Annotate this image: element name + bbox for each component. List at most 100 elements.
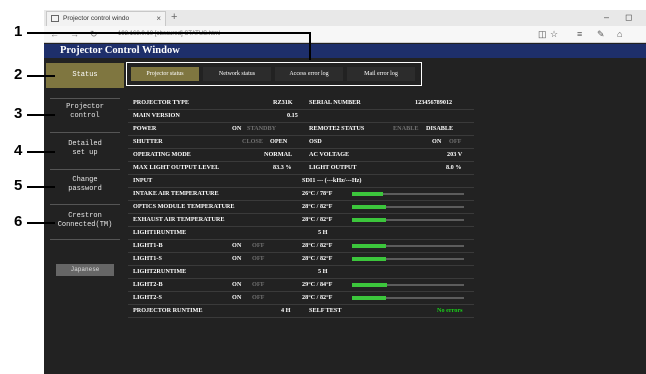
gauge-fill bbox=[352, 192, 384, 196]
intake-air-temperature-label: INTAKE AIR TEMPERATURE bbox=[133, 190, 219, 197]
main-version-value: 0.15 bbox=[287, 112, 298, 119]
sidebar-item-projector-control[interactable]: Projector control bbox=[46, 99, 124, 125]
callout-number: 4 bbox=[14, 142, 23, 159]
status-row: MAX LIGHT OUTPUT LEVEL 83.3 % LIGHT OUTP… bbox=[128, 162, 474, 175]
projector-type-label: PROJECTOR TYPE bbox=[133, 99, 189, 106]
note-icon[interactable]: ✎ bbox=[597, 27, 605, 41]
status-subtabs: Projector status Network status Access e… bbox=[126, 62, 422, 86]
projector-control-window: Projector control windo × + – ◻ ← → ↻ 19… bbox=[44, 10, 646, 374]
sidebar-item-change-password[interactable]: Change password bbox=[46, 172, 124, 198]
status-row: OPERATING MODE NORMAL AC VOLTAGE 203 V bbox=[128, 149, 474, 162]
browser-tab[interactable]: Projector control windo × bbox=[46, 11, 166, 26]
main-version-label: MAIN VERSION bbox=[133, 112, 180, 119]
minimize-icon[interactable]: – bbox=[604, 10, 609, 25]
status-row: PROJECTOR RUNTIME 4 H SELF TEST No error… bbox=[128, 305, 474, 318]
light1-runtime-value: 5 H bbox=[318, 229, 328, 236]
projector-type-value: RZ31K bbox=[273, 99, 293, 106]
sidebar-divider bbox=[50, 204, 120, 205]
remote2-status-label: REMOTE2 STATUS bbox=[309, 125, 365, 132]
input-value: SDI1 --- (---kHz/---Hz) bbox=[302, 177, 362, 184]
callout-leader-line bbox=[27, 151, 55, 153]
light2-b-temperature: 29°C / 84°F bbox=[302, 281, 333, 288]
status-row: POWER ON STANDBY REMOTE2 STATUS ENABLE D… bbox=[128, 123, 474, 136]
forward-button[interactable]: → bbox=[70, 27, 79, 41]
favorite-icon[interactable]: ☆ bbox=[550, 27, 558, 41]
close-tab-icon[interactable]: × bbox=[156, 12, 161, 26]
light1-b-label: LIGHT1-B bbox=[133, 242, 163, 249]
ac-voltage-label: AC VOLTAGE bbox=[309, 151, 350, 158]
projector-status-panel: PROJECTOR TYPE RZ31K SERIAL NUMBER 12345… bbox=[128, 94, 474, 359]
light-output-value: 8.0 % bbox=[446, 164, 462, 171]
input-label: INPUT bbox=[133, 177, 153, 184]
page-title: Projector Control Window bbox=[60, 45, 180, 56]
light2-runtime-label: LIGHT2RUNTIME bbox=[133, 268, 187, 275]
status-row: LIGHT2RUNTIME 5 H bbox=[128, 266, 474, 279]
serial-number-value: 123456789012 bbox=[415, 99, 453, 106]
osd-label: OSD bbox=[309, 138, 322, 145]
light2-b-label: LIGHT2-B bbox=[133, 281, 163, 288]
page-title-bar: Projector Control Window bbox=[44, 44, 646, 58]
callout-leader-line bbox=[27, 32, 310, 34]
light2-s-label: LIGHT2-S bbox=[133, 294, 162, 301]
light2-b-off-state: OFF bbox=[252, 281, 265, 288]
callout-leader-line bbox=[27, 222, 55, 224]
remote2-disable-state: DISABLE bbox=[426, 125, 454, 132]
status-row: MAIN VERSION 0.15 bbox=[128, 110, 474, 123]
optics-module-temperature-label: OPTICS MODULE TEMPERATURE bbox=[133, 203, 235, 210]
sidebar-item-crestron-connected[interactable]: Crestron Connected(TM) bbox=[46, 208, 124, 234]
power-standby-state: STANDBY bbox=[247, 125, 277, 132]
status-row: LIGHT1-S ON OFF 28°C / 82°F bbox=[128, 253, 474, 266]
share-icon[interactable]: ⌂ bbox=[617, 27, 622, 41]
status-row: LIGHT2-B ON OFF 29°C / 84°F bbox=[128, 279, 474, 292]
callout-number: 3 bbox=[14, 105, 23, 122]
status-row: SHUTTER CLOSE OPEN OSD ON OFF bbox=[128, 136, 474, 149]
power-on-state: ON bbox=[232, 125, 242, 132]
max-light-output-label: MAX LIGHT OUTPUT LEVEL bbox=[133, 164, 220, 171]
exhaust-air-temperature-value: 28°C / 82°F bbox=[302, 216, 333, 223]
tab-projector-status[interactable]: Projector status bbox=[131, 67, 199, 81]
status-row: INPUT SDI1 --- (---kHz/---Hz) bbox=[128, 175, 474, 188]
callout-leader-line bbox=[27, 114, 55, 116]
tab-network-status[interactable]: Network status bbox=[203, 67, 271, 81]
address-bar: ← → ↻ 192.168.0.10 [obscured] STATUS.htm… bbox=[44, 26, 646, 43]
refresh-button[interactable]: ↻ bbox=[90, 27, 98, 41]
light2-b-on-state: ON bbox=[232, 281, 242, 288]
self-test-value: No errors bbox=[437, 307, 463, 314]
gauge-fill bbox=[352, 244, 386, 248]
new-tab-button[interactable]: + bbox=[171, 10, 177, 25]
status-row: INTAKE AIR TEMPERATURE 26°C / 78°F bbox=[128, 188, 474, 201]
status-row: LIGHT2-S ON OFF 28°C / 82°F bbox=[128, 292, 474, 305]
gauge-fill bbox=[352, 257, 386, 261]
sidebar-divider bbox=[50, 239, 120, 240]
exhaust-air-temperature-label: EXHAUST AIR TEMPERATURE bbox=[133, 216, 225, 223]
gauge-fill bbox=[352, 296, 386, 300]
page-icon bbox=[51, 15, 59, 22]
sidebar-item-status[interactable]: Status bbox=[46, 63, 124, 88]
callout-number: 2 bbox=[14, 66, 23, 83]
max-light-output-value: 83.3 % bbox=[273, 164, 292, 171]
reading-view-icon[interactable]: ◫ bbox=[538, 27, 547, 41]
light1-s-label: LIGHT1-S bbox=[133, 255, 162, 262]
back-button[interactable]: ← bbox=[50, 27, 59, 41]
japanese-language-button[interactable]: Japanese bbox=[56, 264, 114, 276]
light2-runtime-value: 5 H bbox=[318, 268, 328, 275]
light1-b-temperature-gauge bbox=[352, 244, 464, 248]
light1-s-temperature-gauge bbox=[352, 257, 464, 261]
maximize-icon[interactable]: ◻ bbox=[625, 10, 632, 25]
gauge-fill bbox=[352, 218, 386, 222]
light1-b-off-state: OFF bbox=[252, 242, 265, 249]
tab-access-error-log[interactable]: Access error log bbox=[275, 67, 343, 81]
hub-icon[interactable]: ≡ bbox=[577, 27, 582, 41]
sidebar-item-detailed-set-up[interactable]: Detailed set up bbox=[46, 136, 124, 162]
light2-s-temperature: 28°C / 82°F bbox=[302, 294, 333, 301]
light1-runtime-label: LIGHT1RUNTIME bbox=[133, 229, 187, 236]
light1-s-on-state: ON bbox=[232, 255, 242, 262]
status-row: LIGHT1RUNTIME 5 H bbox=[128, 227, 474, 240]
tab-mail-error-log[interactable]: Mail error log bbox=[347, 67, 415, 81]
light2-s-on-state: ON bbox=[232, 294, 242, 301]
shutter-close-state: CLOSE bbox=[242, 138, 263, 145]
light2-b-temperature-gauge bbox=[352, 283, 464, 287]
sidebar-divider bbox=[50, 132, 120, 133]
callout-number: 1 bbox=[14, 23, 23, 40]
callout-leader-line bbox=[27, 75, 55, 77]
